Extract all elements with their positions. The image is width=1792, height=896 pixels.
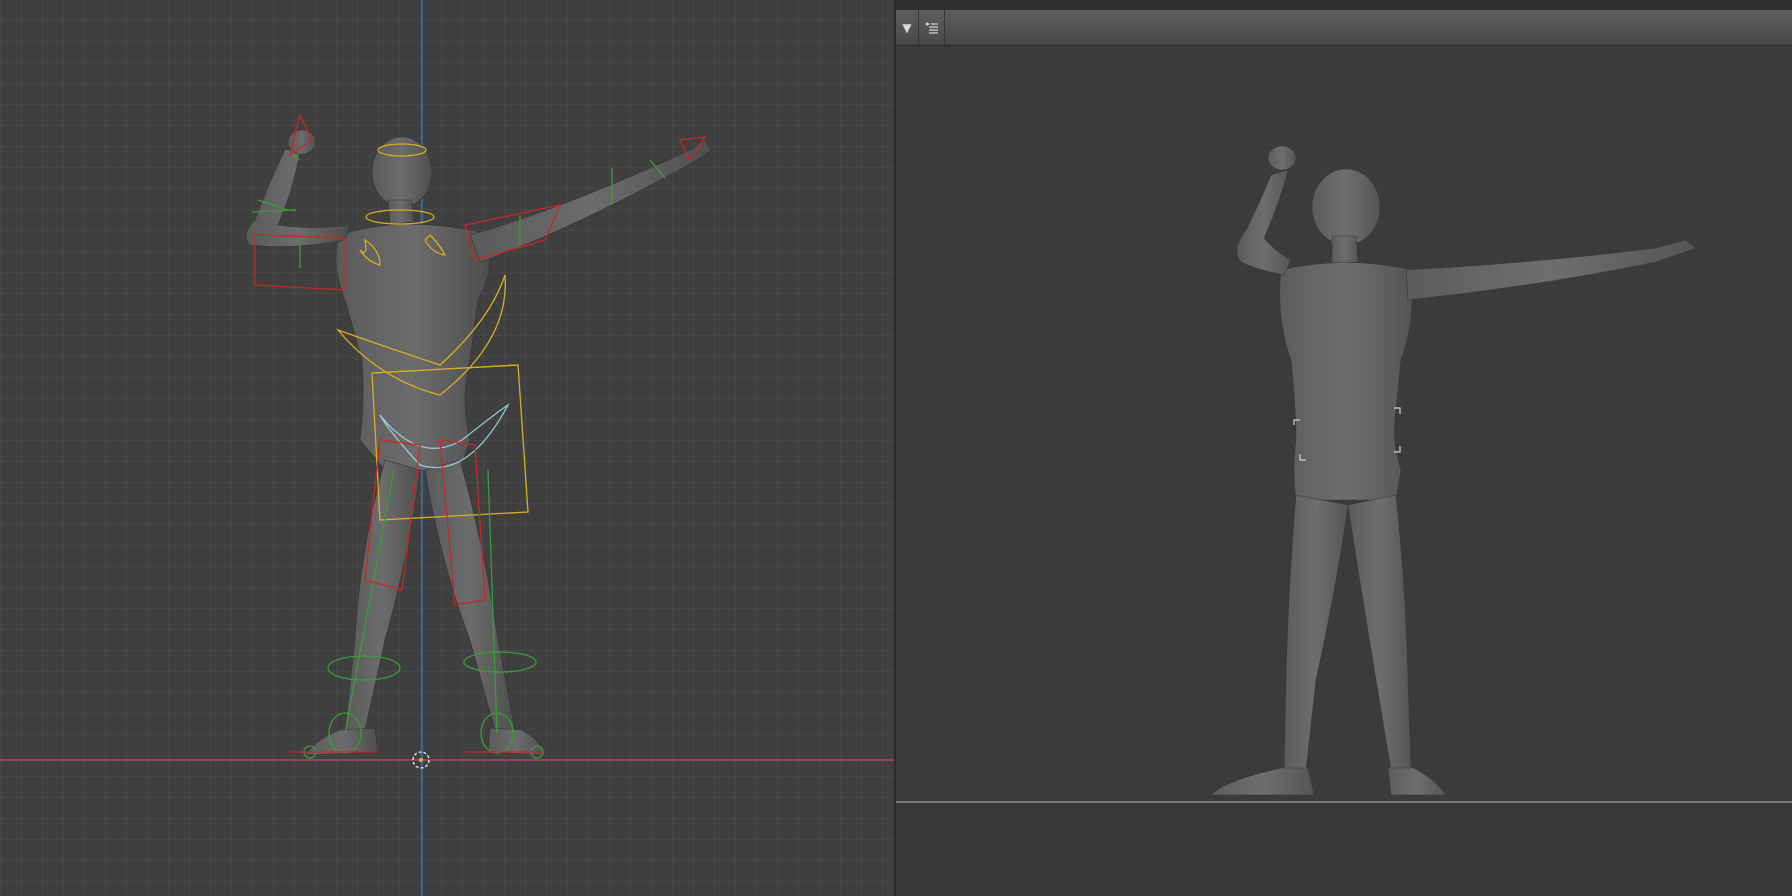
ground-plane <box>896 803 1792 896</box>
preview-canvas <box>1210 145 1697 796</box>
viewport-canvas[interactable] <box>0 0 896 896</box>
render-preview-viewport[interactable]: ▼ <box>896 0 1792 896</box>
rig-viewport[interactable] <box>0 0 896 896</box>
rendered-character <box>1210 145 1697 796</box>
